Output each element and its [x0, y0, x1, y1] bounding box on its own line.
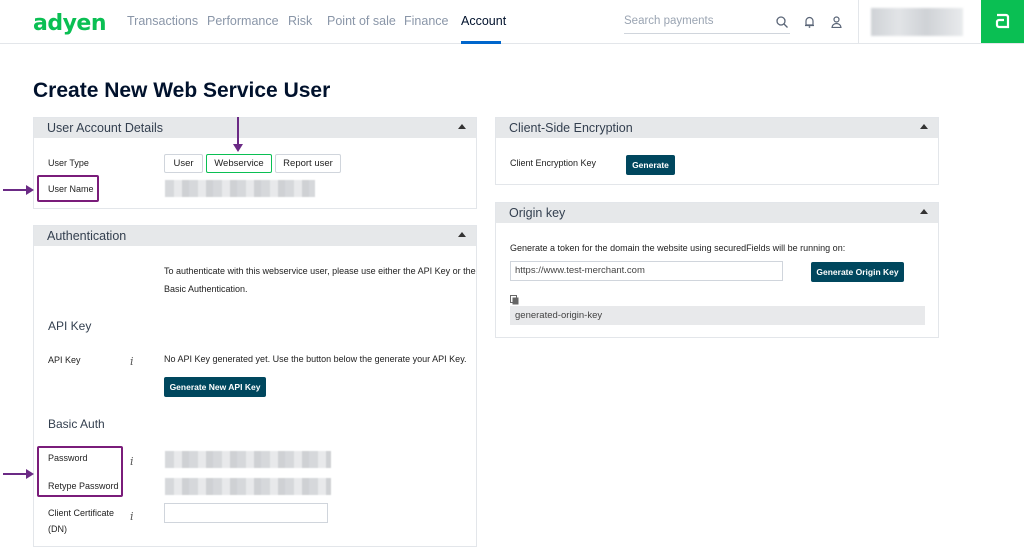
client-certificate-label: Client Certificate — [48, 508, 115, 518]
generate-origin-key-button[interactable]: Generate Origin Key — [811, 262, 904, 282]
user-type-option-webservice[interactable]: Webservice — [206, 154, 272, 173]
client-side-encryption-panel: Client-Side Encryption Client Encryption… — [495, 117, 939, 185]
basic-auth-heading: Basic Auth — [48, 417, 105, 431]
panel-title: Origin key — [509, 206, 566, 220]
nav-risk[interactable]: Risk — [288, 14, 312, 28]
nav-finance[interactable]: Finance — [404, 14, 448, 28]
origin-domain-input[interactable]: https://www.test-merchant.com — [510, 261, 783, 281]
divider — [858, 0, 859, 44]
collapse-caret-icon[interactable] — [458, 124, 466, 129]
collapse-caret-icon[interactable] — [458, 232, 466, 237]
user-type-label: User Type — [48, 158, 89, 168]
account-switcher[interactable] — [871, 8, 963, 36]
api-key-label: API Key — [48, 355, 81, 365]
api-key-heading: API Key — [48, 319, 92, 333]
annotation-highlight-user-name — [37, 175, 99, 202]
search-input[interactable]: Search payments — [624, 10, 790, 34]
annotation-arrow-down-icon — [233, 117, 243, 152]
client-certificate-input[interactable] — [164, 503, 328, 523]
user-account-details-panel: User Account Details User Type User Webs… — [33, 117, 477, 209]
nav-account[interactable]: Account — [461, 14, 506, 28]
user-type-option-report-user[interactable]: Report user — [275, 154, 341, 173]
user-type-option-user[interactable]: User — [164, 154, 203, 173]
panel-header[interactable]: Origin key — [496, 203, 938, 223]
nav-transactions[interactable]: Transactions — [127, 14, 198, 28]
page-title: Create New Web Service User — [33, 79, 331, 102]
nav-point-of-sale[interactable]: Point of sale — [327, 14, 396, 28]
origin-key-output: generated-origin-key — [510, 306, 925, 325]
nav-performance[interactable]: Performance — [207, 14, 279, 28]
user-name-value-redacted — [165, 180, 315, 197]
generate-encryption-key-button[interactable]: Generate — [626, 155, 675, 175]
client-certificate-info-icon[interactable]: i — [130, 510, 134, 523]
origin-key-panel: Origin key Generate a token for the doma… — [495, 202, 939, 338]
panel-title: User Account Details — [47, 121, 164, 135]
apps-button[interactable] — [981, 0, 1024, 43]
panel-header[interactable]: Client-Side Encryption — [496, 118, 938, 138]
authentication-panel: Authentication To authenticate with this… — [33, 225, 477, 547]
generate-api-key-button[interactable]: Generate New API Key — [164, 377, 266, 397]
api-key-status-text: No API Key generated yet. Use the button… — [164, 354, 467, 364]
password-input-redacted[interactable] — [165, 451, 331, 468]
auth-intro-line-2: Basic Authentication. — [164, 284, 248, 294]
panel-header[interactable]: User Account Details — [34, 118, 476, 138]
client-certificate-label-dn: (DN) — [48, 524, 67, 534]
top-navigation-bar: adyen Transactions Performance Risk Poin… — [0, 0, 1024, 44]
password-info-icon[interactable]: i — [130, 455, 134, 468]
panel-title: Authentication — [47, 229, 127, 243]
search-placeholder: Search payments — [624, 15, 714, 27]
search-icon[interactable] — [776, 15, 788, 33]
panel-header[interactable]: Authentication — [34, 226, 476, 246]
bell-icon[interactable] — [804, 15, 815, 33]
collapse-caret-icon[interactable] — [920, 124, 928, 129]
annotation-arrow-right-icon — [3, 469, 34, 479]
adyen-a-icon — [995, 13, 1010, 29]
annotation-arrow-right-icon — [3, 185, 34, 195]
adyen-logo[interactable]: adyen — [33, 11, 107, 36]
user-icon[interactable] — [831, 15, 842, 33]
panel-title: Client-Side Encryption — [509, 121, 633, 135]
active-nav-indicator — [461, 41, 501, 44]
client-encryption-key-label: Client Encryption Key — [510, 158, 597, 168]
retype-password-input-redacted[interactable] — [165, 478, 331, 495]
annotation-highlight-passwords — [37, 446, 123, 497]
collapse-caret-icon[interactable] — [920, 209, 928, 214]
api-key-info-icon[interactable]: i — [130, 355, 134, 368]
origin-key-description: Generate a token for the domain the webs… — [510, 243, 846, 253]
auth-intro-line-1: To authenticate with this webservice use… — [164, 266, 476, 276]
